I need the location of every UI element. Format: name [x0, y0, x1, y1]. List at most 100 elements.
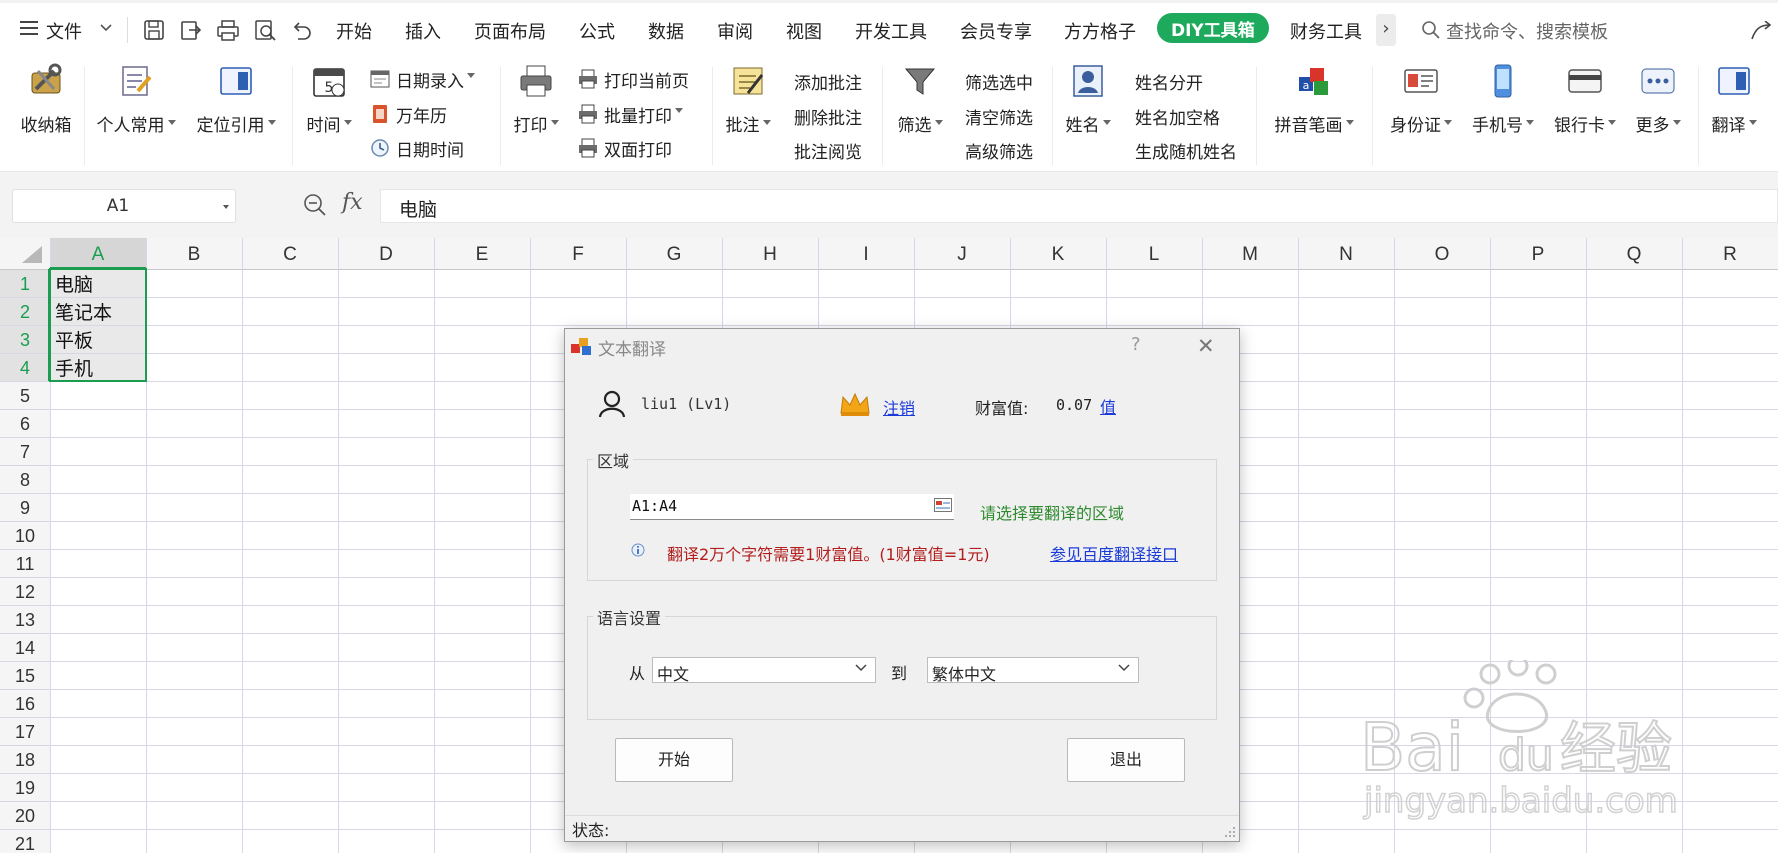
random-name-button[interactable]: 生成随机姓名	[1135, 138, 1237, 163]
column-header-h[interactable]: H	[763, 244, 777, 265]
chevron-down-icon[interactable]	[223, 205, 229, 209]
tab-insert[interactable]: 插入	[405, 18, 441, 44]
print-button[interactable]: 打印	[510, 63, 562, 136]
cell-a1[interactable]: 电脑	[55, 274, 93, 296]
phone-number-button[interactable]: 手机号	[1466, 63, 1540, 136]
advanced-filter-button[interactable]: 高级筛选	[965, 138, 1033, 163]
comment-button[interactable]: 批注	[722, 63, 774, 136]
batch-print-button[interactable]: 批量打印	[578, 102, 683, 127]
bank-card-button[interactable]: 银行卡	[1548, 63, 1622, 136]
tab-member[interactable]: 会员专享	[960, 18, 1032, 44]
name-box[interactable]: A1	[12, 189, 236, 223]
column-header-g[interactable]: G	[667, 244, 682, 265]
column-header-m[interactable]: M	[1242, 244, 1258, 265]
datetime-button[interactable]: 日期时间	[370, 136, 464, 161]
column-header-f[interactable]: F	[572, 244, 584, 265]
column-header-l[interactable]: L	[1149, 244, 1160, 265]
row-header-12[interactable]: 12	[15, 582, 35, 602]
print-icon[interactable]	[216, 19, 240, 41]
export-icon[interactable]	[180, 19, 202, 41]
more-button[interactable]: 更多	[1630, 63, 1686, 136]
tab-data[interactable]: 数据	[648, 18, 684, 44]
tab-formulas[interactable]: 公式	[579, 18, 615, 44]
filter-selected-button[interactable]: 筛选选中	[965, 69, 1033, 94]
print-preview-icon[interactable]	[254, 19, 278, 41]
column-header-j[interactable]: J	[957, 244, 967, 265]
row-header-8[interactable]: 8	[20, 470, 30, 490]
target-language-select[interactable]: 繁体中文	[927, 657, 1139, 684]
cell-a4[interactable]: 手机	[55, 358, 93, 380]
row-header-4[interactable]: 4	[20, 358, 30, 378]
exit-button[interactable]: 退出	[1067, 738, 1185, 782]
share-icon[interactable]	[1750, 21, 1774, 41]
save-icon[interactable]	[143, 19, 165, 41]
tab-finance-tools[interactable]: 财务工具	[1290, 18, 1362, 44]
tab-page-layout[interactable]: 页面布局	[474, 18, 546, 44]
row-header-15[interactable]: 15	[15, 666, 35, 686]
filter-button[interactable]: 筛选	[894, 63, 946, 136]
row-header-9[interactable]: 9	[20, 498, 30, 518]
recharge-link[interactable]: 值	[1100, 394, 1116, 418]
resize-grip-icon[interactable]	[1224, 826, 1236, 838]
row-header-21[interactable]: 21	[15, 834, 35, 853]
tab-review[interactable]: 审阅	[717, 18, 753, 44]
personal-common-button[interactable]: 个人常用	[90, 63, 182, 136]
cell-a2[interactable]: 笔记本	[55, 302, 112, 324]
dialog-title-bar[interactable]: 文本翻译 ? ✕	[565, 329, 1239, 363]
baidu-api-link[interactable]: 参见百度翻译接口	[1050, 541, 1178, 565]
file-menu[interactable]: 文件	[46, 18, 82, 44]
tab-fangfang-grid[interactable]: 方方格子	[1064, 18, 1136, 44]
favorites-button[interactable]: 收纳箱	[18, 63, 74, 136]
column-header-a[interactable]: A	[92, 244, 105, 265]
row-header-3[interactable]: 3	[20, 330, 30, 350]
search-input[interactable]: 查找命令、搜索模板	[1446, 18, 1608, 44]
insert-function-button[interactable]: fx	[342, 190, 363, 215]
row-header-16[interactable]: 16	[15, 694, 35, 714]
column-header-p[interactable]: P	[1532, 244, 1545, 265]
id-card-button[interactable]: 身份证	[1384, 63, 1458, 136]
tab-view[interactable]: 视图	[786, 18, 822, 44]
tab-developer[interactable]: 开发工具	[855, 18, 927, 44]
search-icon[interactable]	[1421, 20, 1441, 40]
row-header-11[interactable]: 11	[16, 554, 35, 574]
range-select-icon[interactable]	[934, 498, 952, 512]
row-header-1[interactable]: 1	[20, 274, 30, 294]
name-button[interactable]: 姓名	[1062, 63, 1114, 136]
column-header-k[interactable]: K	[1052, 244, 1065, 265]
pinyin-stroke-button[interactable]: a 拼音笔画	[1266, 63, 1362, 136]
column-header-d[interactable]: D	[379, 244, 393, 265]
start-button[interactable]: 开始	[615, 738, 733, 782]
translate-button[interactable]: 翻译	[1706, 63, 1762, 136]
date-entry-button[interactable]: 日期录入	[370, 67, 475, 92]
locate-reference-button[interactable]: 定位引用	[190, 63, 282, 136]
row-header-7[interactable]: 7	[20, 442, 30, 462]
column-header-q[interactable]: Q	[1627, 244, 1642, 265]
tab-home[interactable]: 开始	[336, 18, 372, 44]
chevron-down-icon[interactable]	[100, 24, 112, 32]
close-button[interactable]: ✕	[1197, 334, 1215, 358]
row-header-6[interactable]: 6	[20, 414, 30, 434]
tab-diy-toolbox[interactable]: DIY工具箱	[1157, 13, 1269, 43]
formula-input[interactable]: 电脑	[380, 189, 1778, 223]
add-comment-button[interactable]: 添加批注	[794, 69, 862, 94]
duplex-print-button[interactable]: 双面打印	[578, 136, 672, 161]
cell-a3[interactable]: 平板	[55, 330, 93, 352]
row-header-19[interactable]: 19	[15, 778, 35, 798]
zoom-search-icon[interactable]	[302, 192, 328, 222]
perpetual-calendar-button[interactable]: 万年历	[370, 102, 447, 127]
logout-link[interactable]: 注销	[883, 395, 915, 419]
row-header-13[interactable]: 13	[15, 610, 35, 630]
row-header-17[interactable]: 17	[15, 722, 35, 742]
column-header-i[interactable]: I	[863, 244, 868, 265]
row-header-2[interactable]: 2	[20, 302, 30, 322]
column-header-b[interactable]: B	[188, 244, 201, 265]
row-header-14[interactable]: 14	[15, 638, 35, 658]
source-language-select[interactable]: 中文	[652, 657, 876, 684]
range-input[interactable]: A1:A4	[630, 494, 954, 520]
column-header-o[interactable]: O	[1435, 244, 1450, 265]
row-header-18[interactable]: 18	[15, 750, 35, 770]
hamburger-icon[interactable]	[20, 19, 40, 37]
column-header-r[interactable]: R	[1723, 244, 1737, 265]
split-name-button[interactable]: 姓名分开	[1135, 69, 1203, 94]
print-current-page-button[interactable]: 打印当前页	[578, 67, 689, 92]
